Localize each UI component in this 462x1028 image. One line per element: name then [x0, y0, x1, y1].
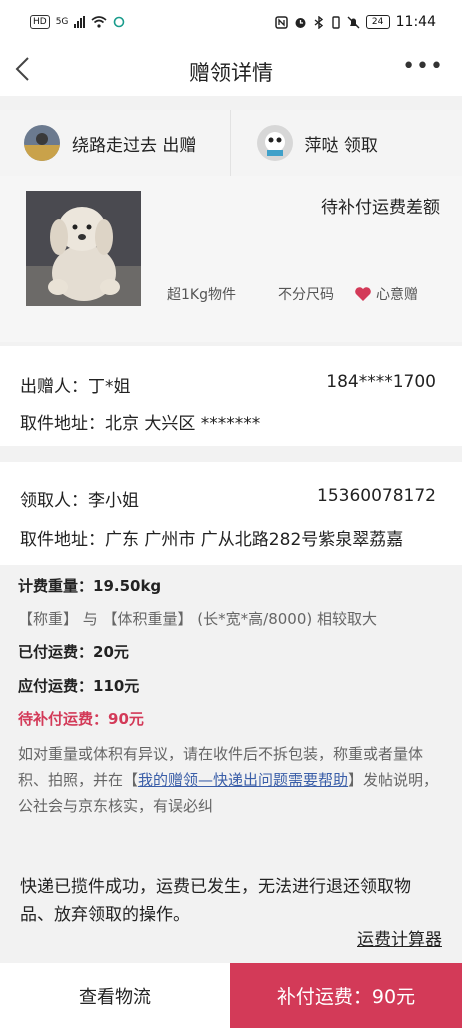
- parties-bar: 绕路走过去 出赠 萍哒 领取: [0, 110, 462, 176]
- pay-freight-button[interactable]: 补付运费：90元: [230, 963, 462, 1028]
- receiver-name: 领取人：李小姐: [20, 491, 139, 511]
- giver-avatar: [24, 125, 60, 161]
- more-options-button[interactable]: •••: [402, 54, 444, 79]
- network-label: 5G: [55, 17, 69, 27]
- alarm-icon: [295, 17, 306, 28]
- receiver-phone[interactable]: 15360078172: [317, 486, 436, 511]
- sync-icon: [114, 16, 125, 28]
- freight-calculator-link[interactable]: 运费计算器: [357, 925, 442, 950]
- wifi-icon: [91, 16, 107, 28]
- receiver-party-label: 萍哒 领取: [304, 135, 378, 156]
- fee-section: 计费重量：19.50kg 【称重】 与 【体积重量】 (长*宽*高/8000) …: [0, 565, 462, 833]
- receiver-section: 领取人：李小姐 15360078172 取件地址：广东 广州市 广从北路282号…: [0, 462, 462, 565]
- status-left: HD 5G: [30, 15, 125, 29]
- notice-text: 快递已揽件成功，运费已发生，无法进行退还领取物品、放弃领取的操作。: [20, 877, 411, 925]
- battery-icon: 24: [365, 15, 390, 29]
- signal-icon: [74, 16, 86, 28]
- giver-name: 出赠人：丁*姐: [20, 377, 131, 397]
- giver-address-row: 取件地址：北京 大兴区 *******: [20, 409, 436, 434]
- item-photo[interactable]: [26, 191, 141, 306]
- receiver-row: 领取人：李小姐 15360078172: [20, 486, 436, 511]
- tag-size: 不分尺码: [277, 287, 334, 303]
- receiver-address: 取件地址：广东 广州市 广从北路282号紫泉翠荔嘉: [20, 530, 404, 550]
- mute-icon: [347, 16, 360, 28]
- giver-address: 取件地址：北京 大兴区 *******: [20, 414, 261, 434]
- paid-fee: 已付运费：20元: [18, 643, 129, 661]
- item-tags: 超1Kg物件 不分尺码 心意赠: [167, 284, 418, 304]
- tag-weight: 超1Kg物件: [167, 287, 236, 303]
- bluetooth-icon: [314, 15, 323, 29]
- navigation-bar: 赠领详情 •••: [0, 44, 462, 96]
- help-link[interactable]: 我的赠领—快递出问题需要帮助: [138, 771, 348, 789]
- notice-section: 快递已揽件成功，运费已发生，无法进行退还领取物品、放弃领取的操作。 运费计算器: [0, 833, 462, 963]
- pending-fee: 待补付运费：90元: [18, 710, 144, 728]
- receiver-address-row: 取件地址：广东 广州市 广从北路282号紫泉翠荔嘉: [20, 525, 436, 550]
- vibrate-icon: [331, 15, 340, 29]
- giver-row: 出赠人：丁*姐 184****1700: [20, 372, 436, 397]
- item-status: 待补付运费差额: [321, 198, 440, 218]
- view-logistics-button[interactable]: 查看物流: [0, 963, 230, 1028]
- status-bar: HD 5G 24 11:44: [0, 0, 462, 44]
- due-fee: 应付运费：110元: [18, 677, 140, 695]
- giver-party[interactable]: 绕路走过去 出赠: [0, 110, 230, 176]
- item-card: 待补付运费差额 超1Kg物件 不分尺码 心意赠: [0, 176, 462, 342]
- clock: 11:44: [395, 14, 436, 30]
- status-right: 24 11:44: [274, 14, 436, 30]
- hd-badge: HD: [30, 15, 50, 29]
- nfc-icon: [274, 15, 288, 29]
- tag-gift: 心意赠: [354, 284, 418, 304]
- tag-gift-label: 心意赠: [375, 287, 418, 303]
- dispute-note: 如对重量或体积有异议，请在收件后不拆包装，称重或者量体积、拍照，并在【我的赠领—…: [18, 741, 444, 819]
- bottom-action-bar: 查看物流 补付运费：90元: [0, 963, 462, 1028]
- giver-party-label: 绕路走过去 出赠: [72, 135, 197, 156]
- giver-section: 出赠人：丁*姐 184****1700 取件地址：北京 大兴区 *******: [0, 346, 462, 446]
- heart-icon: [355, 287, 371, 301]
- billing-weight: 计费重量：19.50kg: [18, 577, 162, 595]
- giver-phone[interactable]: 184****1700: [326, 372, 436, 397]
- weight-note: 【称重】 与 【体积重量】 (长*宽*高/8000) 相较取大: [18, 610, 378, 628]
- receiver-party[interactable]: 萍哒 领取: [229, 110, 462, 176]
- page-title: 赠领详情: [189, 61, 273, 85]
- receiver-avatar: [256, 125, 293, 161]
